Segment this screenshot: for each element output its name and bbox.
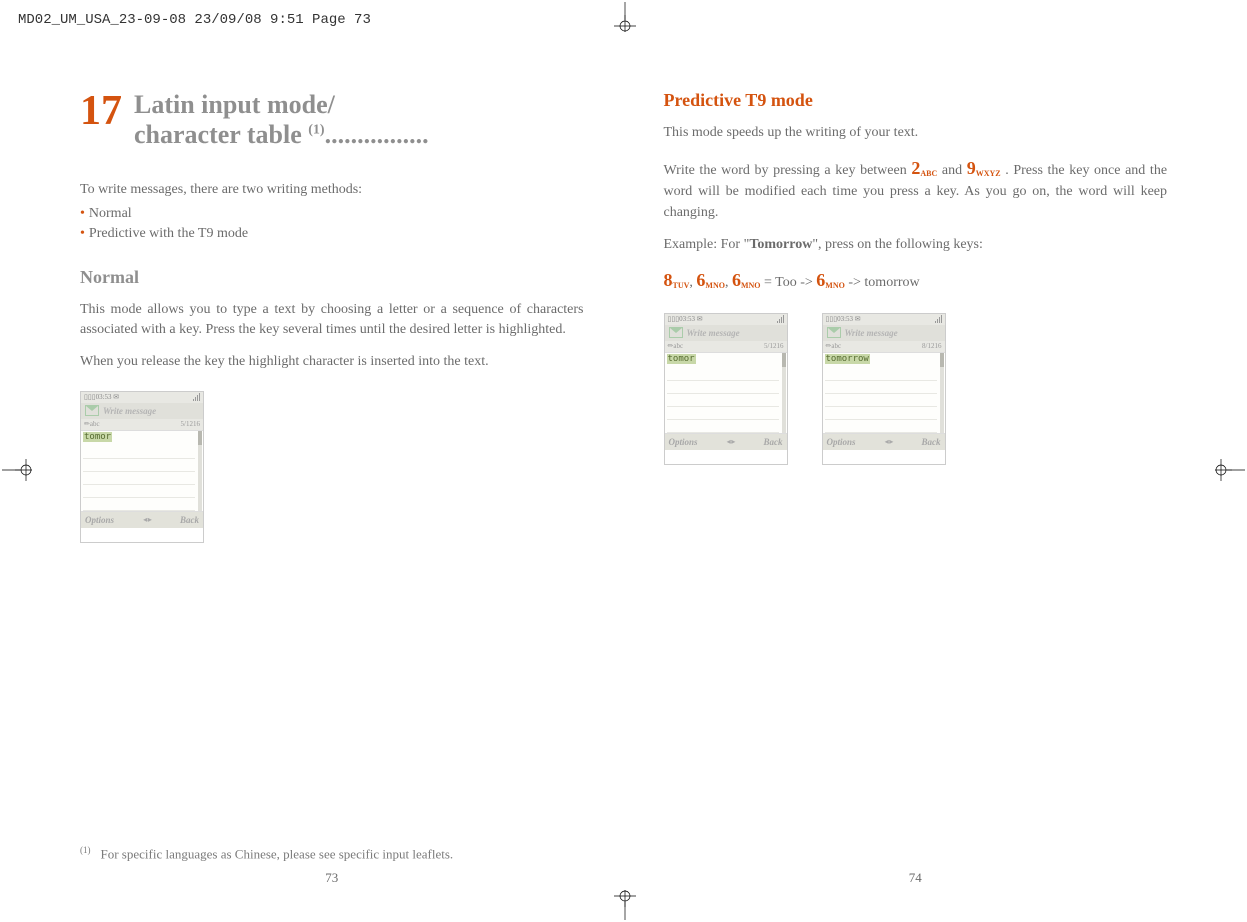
typed-word: tomor xyxy=(83,432,112,442)
envelope-icon xyxy=(827,327,841,338)
phone-screenshot-1: ▯▯▯03:53 ✉ Write message ✏abc 5/1216 tom… xyxy=(80,391,204,543)
softkey-options: Options xyxy=(669,437,698,447)
softkey-back: Back xyxy=(763,437,782,447)
chapter-heading: 17 Latin input mode/character table (1).… xyxy=(80,90,584,150)
softkey-options: Options xyxy=(827,437,856,447)
typed-word: tomorrow xyxy=(825,354,870,364)
dpad-icon: ◂◦▸ xyxy=(885,437,893,446)
normal-para2: When you release the key the highlight c… xyxy=(80,352,584,372)
crop-mark-left xyxy=(2,445,32,495)
crop-mark-top xyxy=(600,2,650,32)
section-normal: Normal xyxy=(80,267,584,288)
dpad-icon: ◂◦▸ xyxy=(143,515,151,524)
typed-word: tomor xyxy=(667,354,696,364)
normal-para1: This mode allows you to type a text by c… xyxy=(80,300,584,341)
envelope-icon xyxy=(85,405,99,416)
phone-screenshot-3: ▯▯▯03:53 ✉ Write message ✏abc 8/1216 tom… xyxy=(822,313,946,465)
page-number-right: 74 xyxy=(654,870,1178,886)
key-sequence: 8TUV, 6MNO, 6MNO = Too -> 6MNO -> tomorr… xyxy=(664,267,1168,294)
softkey-back: Back xyxy=(921,437,940,447)
example-line: Example: For "Tomorrow", press on the fo… xyxy=(664,235,1168,255)
bullet-list: •Normal •Predictive with the T9 mode xyxy=(80,204,584,245)
softkey-back: Back xyxy=(180,515,199,525)
page-number-left: 73 xyxy=(70,870,594,886)
chapter-number: 17 xyxy=(80,90,122,132)
page-left: 17 Latin input mode/character table (1).… xyxy=(70,70,594,892)
page-right: Predictive T9 mode This mode speeds up t… xyxy=(654,70,1178,892)
crop-mark-right xyxy=(1215,445,1245,495)
t9-para2: Write the word by pressing a key between… xyxy=(664,155,1168,223)
envelope-icon xyxy=(669,327,683,338)
print-header: MD02_UM_USA_23-09-08 23/09/08 9:51 Page … xyxy=(18,12,371,28)
crop-mark-bottom xyxy=(600,890,650,920)
intro-text: To write messages, there are two writing… xyxy=(80,180,584,200)
dpad-icon: ◂◦▸ xyxy=(727,437,735,446)
t9-para1: This mode speeds up the writing of your … xyxy=(664,123,1168,143)
chapter-title: Latin input mode/character table (1)....… xyxy=(134,90,429,150)
phone-screenshot-2: ▯▯▯03:53 ✉ Write message ✏abc 5/1216 tom… xyxy=(664,313,788,465)
softkey-options: Options xyxy=(85,515,114,525)
section-t9: Predictive T9 mode xyxy=(664,90,1168,111)
footnote: (1)For specific languages as Chinese, pl… xyxy=(80,845,453,862)
